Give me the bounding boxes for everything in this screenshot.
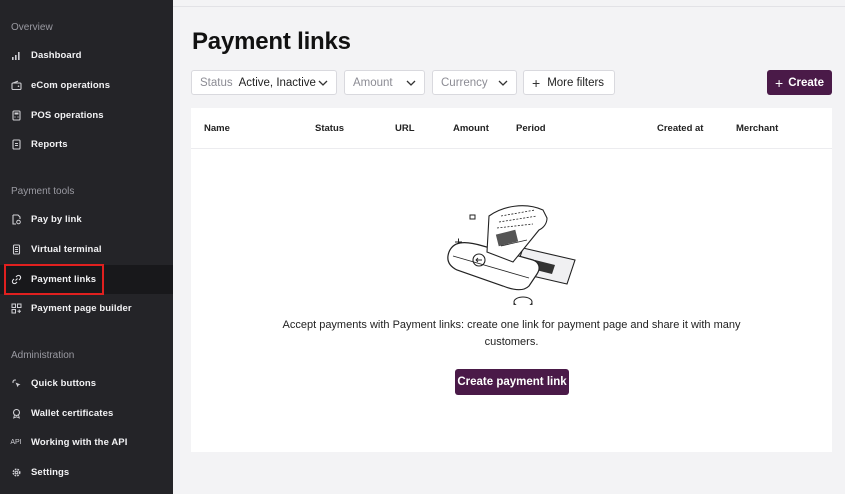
sidebar-item-label: Virtual terminal: [31, 244, 102, 255]
sidebar-item-label: Settings: [31, 467, 70, 478]
page-title: Payment links: [192, 28, 351, 55]
column-header-created-at[interactable]: Created at: [657, 123, 703, 134]
sidebar-item-virtual-terminal[interactable]: Virtual terminal: [0, 235, 173, 264]
create-payment-link-button[interactable]: Create payment link: [455, 369, 569, 395]
column-header-url[interactable]: URL: [395, 123, 415, 134]
sidebar-item-quick-buttons[interactable]: Quick buttons: [0, 369, 173, 398]
sidebar-item-wallet-certificates[interactable]: Wallet certificates: [0, 399, 173, 428]
highlight-outline: [4, 264, 104, 295]
sidebar-item-reports[interactable]: Reports: [0, 130, 173, 159]
sidebar-item-working-with-the-api[interactable]: API Working with the API: [0, 428, 173, 457]
bar-chart-icon: [10, 50, 22, 62]
chevron-down-icon: [318, 77, 328, 89]
column-header-merchant[interactable]: Merchant: [736, 123, 778, 134]
sidebar-item-ecom-operations[interactable]: eCom operations: [0, 71, 173, 100]
currency-filter[interactable]: Currency: [432, 70, 517, 95]
status-filter-label: Status: [200, 76, 233, 89]
cursor-click-icon: [10, 378, 22, 390]
plus-icon: +: [775, 74, 784, 91]
amount-filter[interactable]: Amount: [344, 70, 425, 95]
status-filter[interactable]: Status Active, Inactive: [191, 70, 337, 95]
amount-filter-label: Amount: [353, 76, 393, 89]
grid-plus-icon: [10, 303, 22, 315]
sidebar-item-label: Pay by link: [31, 214, 82, 225]
calculator-icon: [10, 244, 22, 256]
column-header-status[interactable]: Status: [315, 123, 344, 134]
payment-terminal-illustration: [447, 205, 576, 305]
create-button[interactable]: + Create: [767, 70, 832, 95]
top-divider: [173, 6, 845, 7]
sidebar-item-dashboard[interactable]: Dashboard: [0, 41, 173, 70]
plus-icon: +: [532, 74, 541, 91]
column-header-amount[interactable]: Amount: [453, 123, 489, 134]
pos-terminal-icon: [10, 110, 22, 122]
sidebar-item-pay-by-link[interactable]: Pay by link: [0, 205, 173, 234]
chevron-down-icon: [498, 77, 508, 89]
document-icon: [10, 139, 22, 151]
link-document-icon: [10, 214, 22, 226]
currency-filter-label: Currency: [441, 76, 488, 89]
sidebar-item-label: Working with the API: [31, 437, 128, 448]
status-filter-value: Active, Inactive: [238, 76, 316, 89]
sidebar: Overview Dashboard eCom operations POS o…: [0, 0, 173, 494]
sidebar-item-label: Wallet certificates: [31, 408, 114, 419]
section-title-overview: Overview: [11, 22, 53, 33]
sidebar-item-label: Payment page builder: [31, 303, 132, 314]
wallet-icon: [10, 80, 22, 92]
certificate-icon: [10, 408, 22, 420]
more-filters-button[interactable]: + More filters: [523, 70, 615, 95]
sidebar-item-label: Dashboard: [31, 50, 82, 61]
sidebar-item-label: Quick buttons: [31, 378, 97, 389]
sidebar-item-payment-page-builder[interactable]: Payment page builder: [0, 294, 173, 323]
column-header-name[interactable]: Name: [204, 123, 230, 134]
table-header-divider: [191, 148, 832, 149]
more-filters-label: More filters: [547, 76, 605, 89]
sidebar-item-settings[interactable]: Settings: [0, 458, 173, 487]
sidebar-item-pos-operations[interactable]: POS operations: [0, 101, 173, 130]
empty-state-message: Accept payments with Payment links: crea…: [282, 319, 741, 348]
api-icon: API: [10, 439, 22, 446]
chevron-down-icon: [406, 77, 416, 89]
section-title-administration: Administration: [11, 350, 75, 361]
section-title-payment-tools: Payment tools: [11, 186, 75, 197]
payment-links-table: Name Status URL Amount Period Created at…: [191, 108, 832, 452]
sidebar-item-label: POS operations: [31, 110, 104, 121]
create-button-label: Create: [788, 76, 824, 89]
sidebar-item-label: Reports: [31, 139, 68, 150]
column-header-period[interactable]: Period: [516, 123, 546, 134]
gear-icon: [10, 467, 22, 479]
sidebar-item-label: eCom operations: [31, 80, 111, 91]
